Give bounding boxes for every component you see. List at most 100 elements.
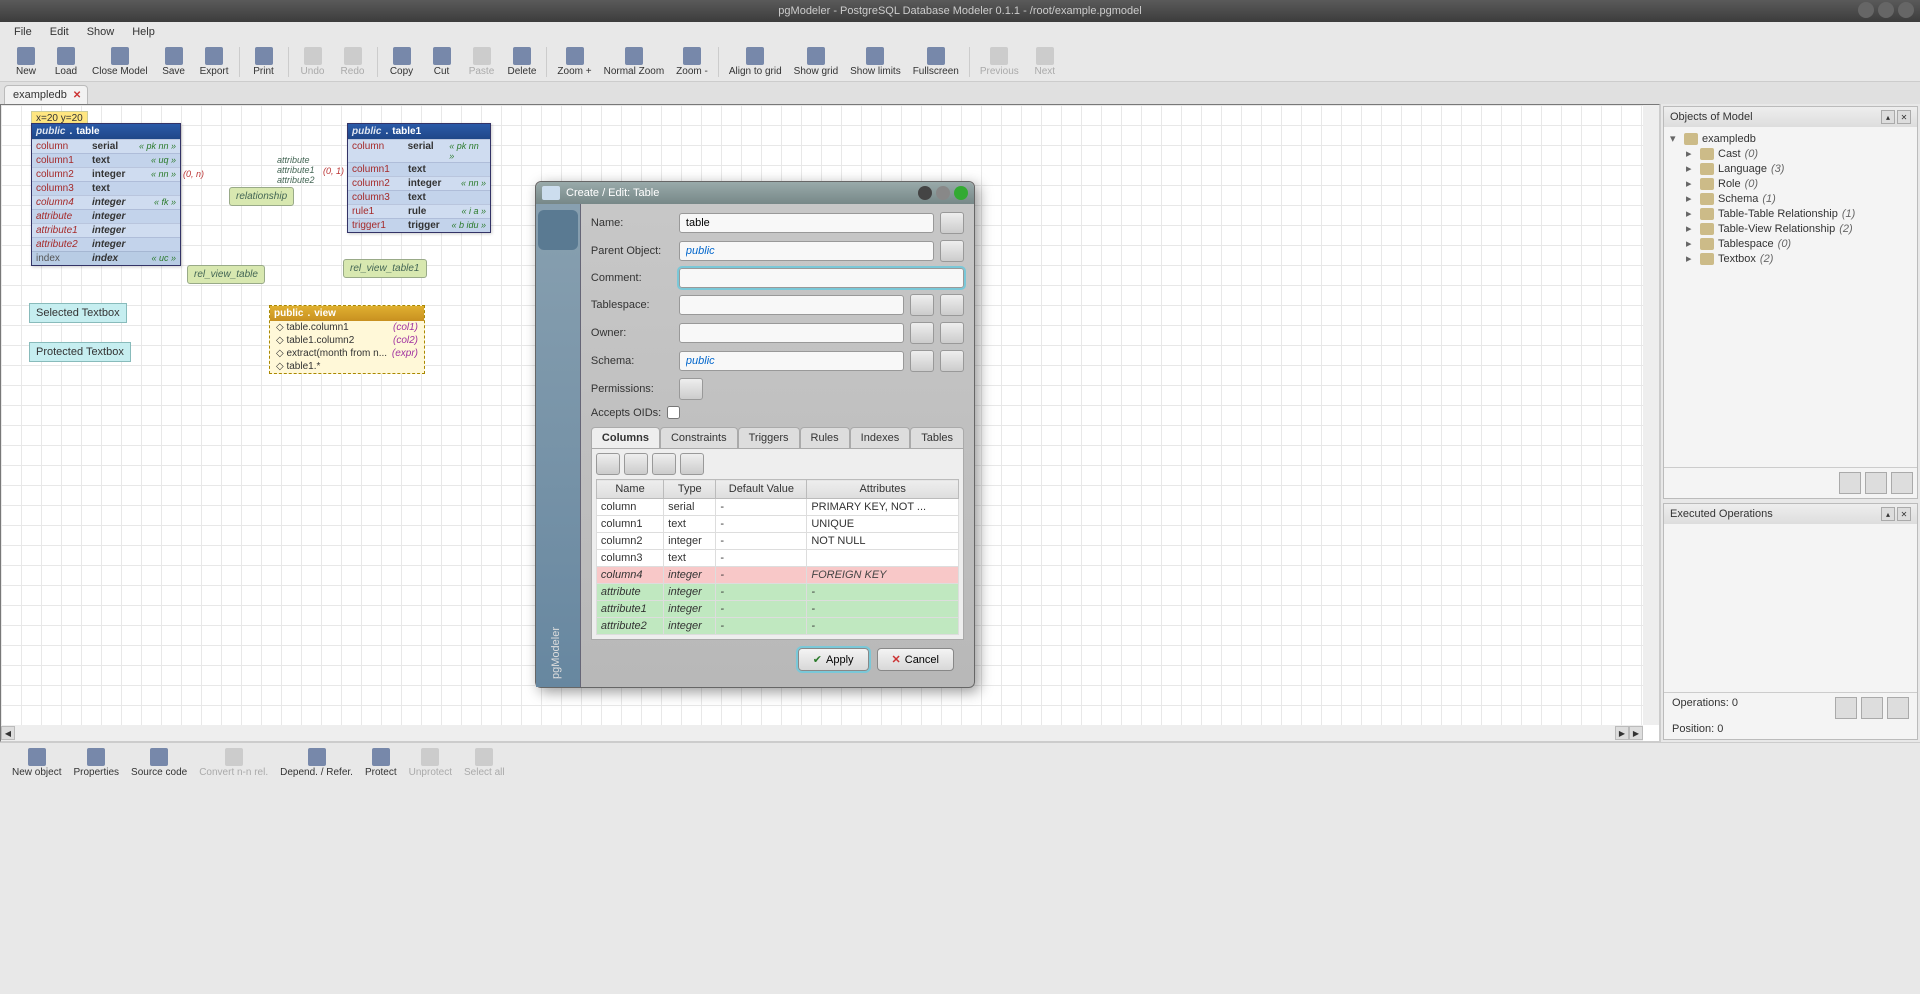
name-input[interactable]: [679, 213, 934, 233]
menu-show[interactable]: Show: [79, 24, 123, 40]
tree-item-role[interactable]: ▸Role (0): [1668, 176, 1913, 191]
column-row[interactable]: column3text-: [596, 550, 958, 567]
tree-action-3[interactable]: [1891, 472, 1913, 494]
tablespace-input[interactable]: [679, 295, 904, 315]
column-row[interactable]: attributeinteger--: [596, 584, 958, 601]
tablespace-browse-button[interactable]: [910, 294, 934, 316]
columns-table[interactable]: NameTypeDefault ValueAttributes columnse…: [596, 479, 959, 635]
tree-action-1[interactable]: [1839, 472, 1861, 494]
toolbar-delete[interactable]: Delete: [502, 43, 543, 81]
toolbar-save[interactable]: Save: [154, 43, 194, 81]
canvas-hscroll[interactable]: ◀ ▶ ▶: [1, 725, 1643, 741]
panel-close-icon[interactable]: ✕: [1897, 110, 1911, 124]
column-row[interactable]: column2integer-NOT NULL: [596, 533, 958, 550]
dialog-tab-columns[interactable]: Columns: [591, 427, 660, 448]
dialog-close-button[interactable]: [954, 186, 968, 200]
minimize-button[interactable]: [1858, 2, 1874, 18]
btool-depend-refer-[interactable]: Depend. / Refer.: [274, 744, 359, 782]
scroll-left-icon[interactable]: ◀: [1, 726, 15, 740]
comment-input[interactable]: [679, 268, 964, 288]
oids-checkbox[interactable]: [667, 406, 680, 419]
canvas-vscroll[interactable]: [1643, 105, 1659, 725]
column-row[interactable]: columnserial-PRIMARY KEY, NOT ...: [596, 499, 958, 516]
tree-item-cast[interactable]: ▸Cast (0): [1668, 146, 1913, 161]
canvas-view[interactable]: public.view ◇ table.column1(col1)◇ table…: [269, 305, 425, 374]
tree-item-table-table-relationship[interactable]: ▸Table-Table Relationship (1): [1668, 206, 1913, 221]
owner-browse-button[interactable]: [910, 322, 934, 344]
protected-textbox[interactable]: Protected Textbox: [29, 342, 131, 362]
op-undo-icon[interactable]: [1835, 697, 1857, 719]
dialog-maximize-button[interactable]: [936, 186, 950, 200]
col-remove-button[interactable]: [624, 453, 648, 475]
toolbar-show-limits[interactable]: Show limits: [844, 43, 907, 81]
tab-exampledb[interactable]: exampledb ✕: [4, 85, 88, 104]
selected-textbox[interactable]: Selected Textbox: [29, 303, 127, 323]
name-aux-button[interactable]: [940, 212, 964, 234]
btool-properties[interactable]: Properties: [67, 744, 125, 782]
toolbar-zoom-[interactable]: Zoom -: [670, 43, 714, 81]
tree-item-table-view-relationship[interactable]: ▸Table-View Relationship (2): [1668, 221, 1913, 236]
btool-new-object[interactable]: New object: [6, 744, 67, 782]
panel-close-icon[interactable]: ✕: [1897, 507, 1911, 521]
toolbar-export[interactable]: Export: [194, 43, 235, 81]
btool-protect[interactable]: Protect: [359, 744, 403, 782]
apply-button[interactable]: ✔Apply: [798, 648, 869, 671]
menu-help[interactable]: Help: [124, 24, 163, 40]
cancel-button[interactable]: ✕Cancel: [877, 648, 954, 671]
dialog-tab-tables[interactable]: Tables: [910, 427, 964, 448]
tree-action-2[interactable]: [1865, 472, 1887, 494]
owner-input[interactable]: [679, 323, 904, 343]
toolbar-normal-zoom[interactable]: Normal Zoom: [598, 43, 671, 81]
toolbar-align-to-grid[interactable]: Align to grid: [723, 43, 788, 81]
toolbar-print[interactable]: Print: [244, 43, 284, 81]
permissions-button[interactable]: [679, 378, 703, 400]
dialog-minimize-button[interactable]: [918, 186, 932, 200]
schema-clear-button[interactable]: [940, 350, 964, 372]
col-more-button[interactable]: [680, 453, 704, 475]
dialog-titlebar[interactable]: Create / Edit: Table: [536, 182, 974, 204]
tree-item-tablespace[interactable]: ▸Tablespace (0): [1668, 236, 1913, 251]
dialog-tab-triggers[interactable]: Triggers: [738, 427, 800, 448]
btool-source-code[interactable]: Source code: [125, 744, 193, 782]
maximize-button[interactable]: [1878, 2, 1894, 18]
dialog-tab-rules[interactable]: Rules: [800, 427, 850, 448]
toolbar-close-model[interactable]: Close Model: [86, 43, 154, 81]
close-window-button[interactable]: [1898, 2, 1914, 18]
owner-clear-button[interactable]: [940, 322, 964, 344]
op-redo-icon[interactable]: [1861, 697, 1883, 719]
canvas-table[interactable]: public.table columnserial« pk nn »column…: [31, 123, 181, 266]
toolbar-zoom-[interactable]: Zoom +: [551, 43, 597, 81]
parent-browse-button[interactable]: [940, 240, 964, 262]
tablespace-clear-button[interactable]: [940, 294, 964, 316]
tree-item-schema[interactable]: ▸Schema (1): [1668, 191, 1913, 206]
toolbar-new[interactable]: New: [6, 43, 46, 81]
tree-toggle-icon[interactable]: ▾: [1670, 132, 1680, 145]
column-row[interactable]: attribute1integer--: [596, 601, 958, 618]
parent-input[interactable]: [679, 241, 934, 261]
column-row[interactable]: column1text-UNIQUE: [596, 516, 958, 533]
scroll-right-icon[interactable]: ▶: [1615, 726, 1629, 740]
panel-collapse-icon[interactable]: ▴: [1881, 507, 1895, 521]
column-row[interactable]: column4integer-FOREIGN KEY: [596, 567, 958, 584]
col-add-button[interactable]: [596, 453, 620, 475]
menu-edit[interactable]: Edit: [42, 24, 77, 40]
toolbar-fullscreen[interactable]: Fullscreen: [907, 43, 965, 81]
dialog-tab-constraints[interactable]: Constraints: [660, 427, 738, 448]
toolbar-cut[interactable]: Cut: [422, 43, 462, 81]
toolbar-load[interactable]: Load: [46, 43, 86, 81]
schema-browse-button[interactable]: [910, 350, 934, 372]
column-row[interactable]: attribute2integer--: [596, 618, 958, 635]
object-tree[interactable]: ▾exampledb ▸Cast (0)▸Language (3)▸Role (…: [1664, 127, 1917, 467]
panel-collapse-icon[interactable]: ▴: [1881, 110, 1895, 124]
relationship-box[interactable]: relationship: [229, 187, 294, 206]
rel-view-table[interactable]: rel_view_table: [187, 265, 265, 284]
toolbar-show-grid[interactable]: Show grid: [788, 43, 844, 81]
toolbar-copy[interactable]: Copy: [382, 43, 422, 81]
tree-item-textbox[interactable]: ▸Textbox (2): [1668, 251, 1913, 266]
rel-view-table1[interactable]: rel_view_table1: [343, 259, 427, 278]
schema-input[interactable]: [679, 351, 904, 371]
dialog-tab-indexes[interactable]: Indexes: [850, 427, 911, 448]
tree-item-language[interactable]: ▸Language (3): [1668, 161, 1913, 176]
op-clear-icon[interactable]: [1887, 697, 1909, 719]
menu-file[interactable]: File: [6, 24, 40, 40]
